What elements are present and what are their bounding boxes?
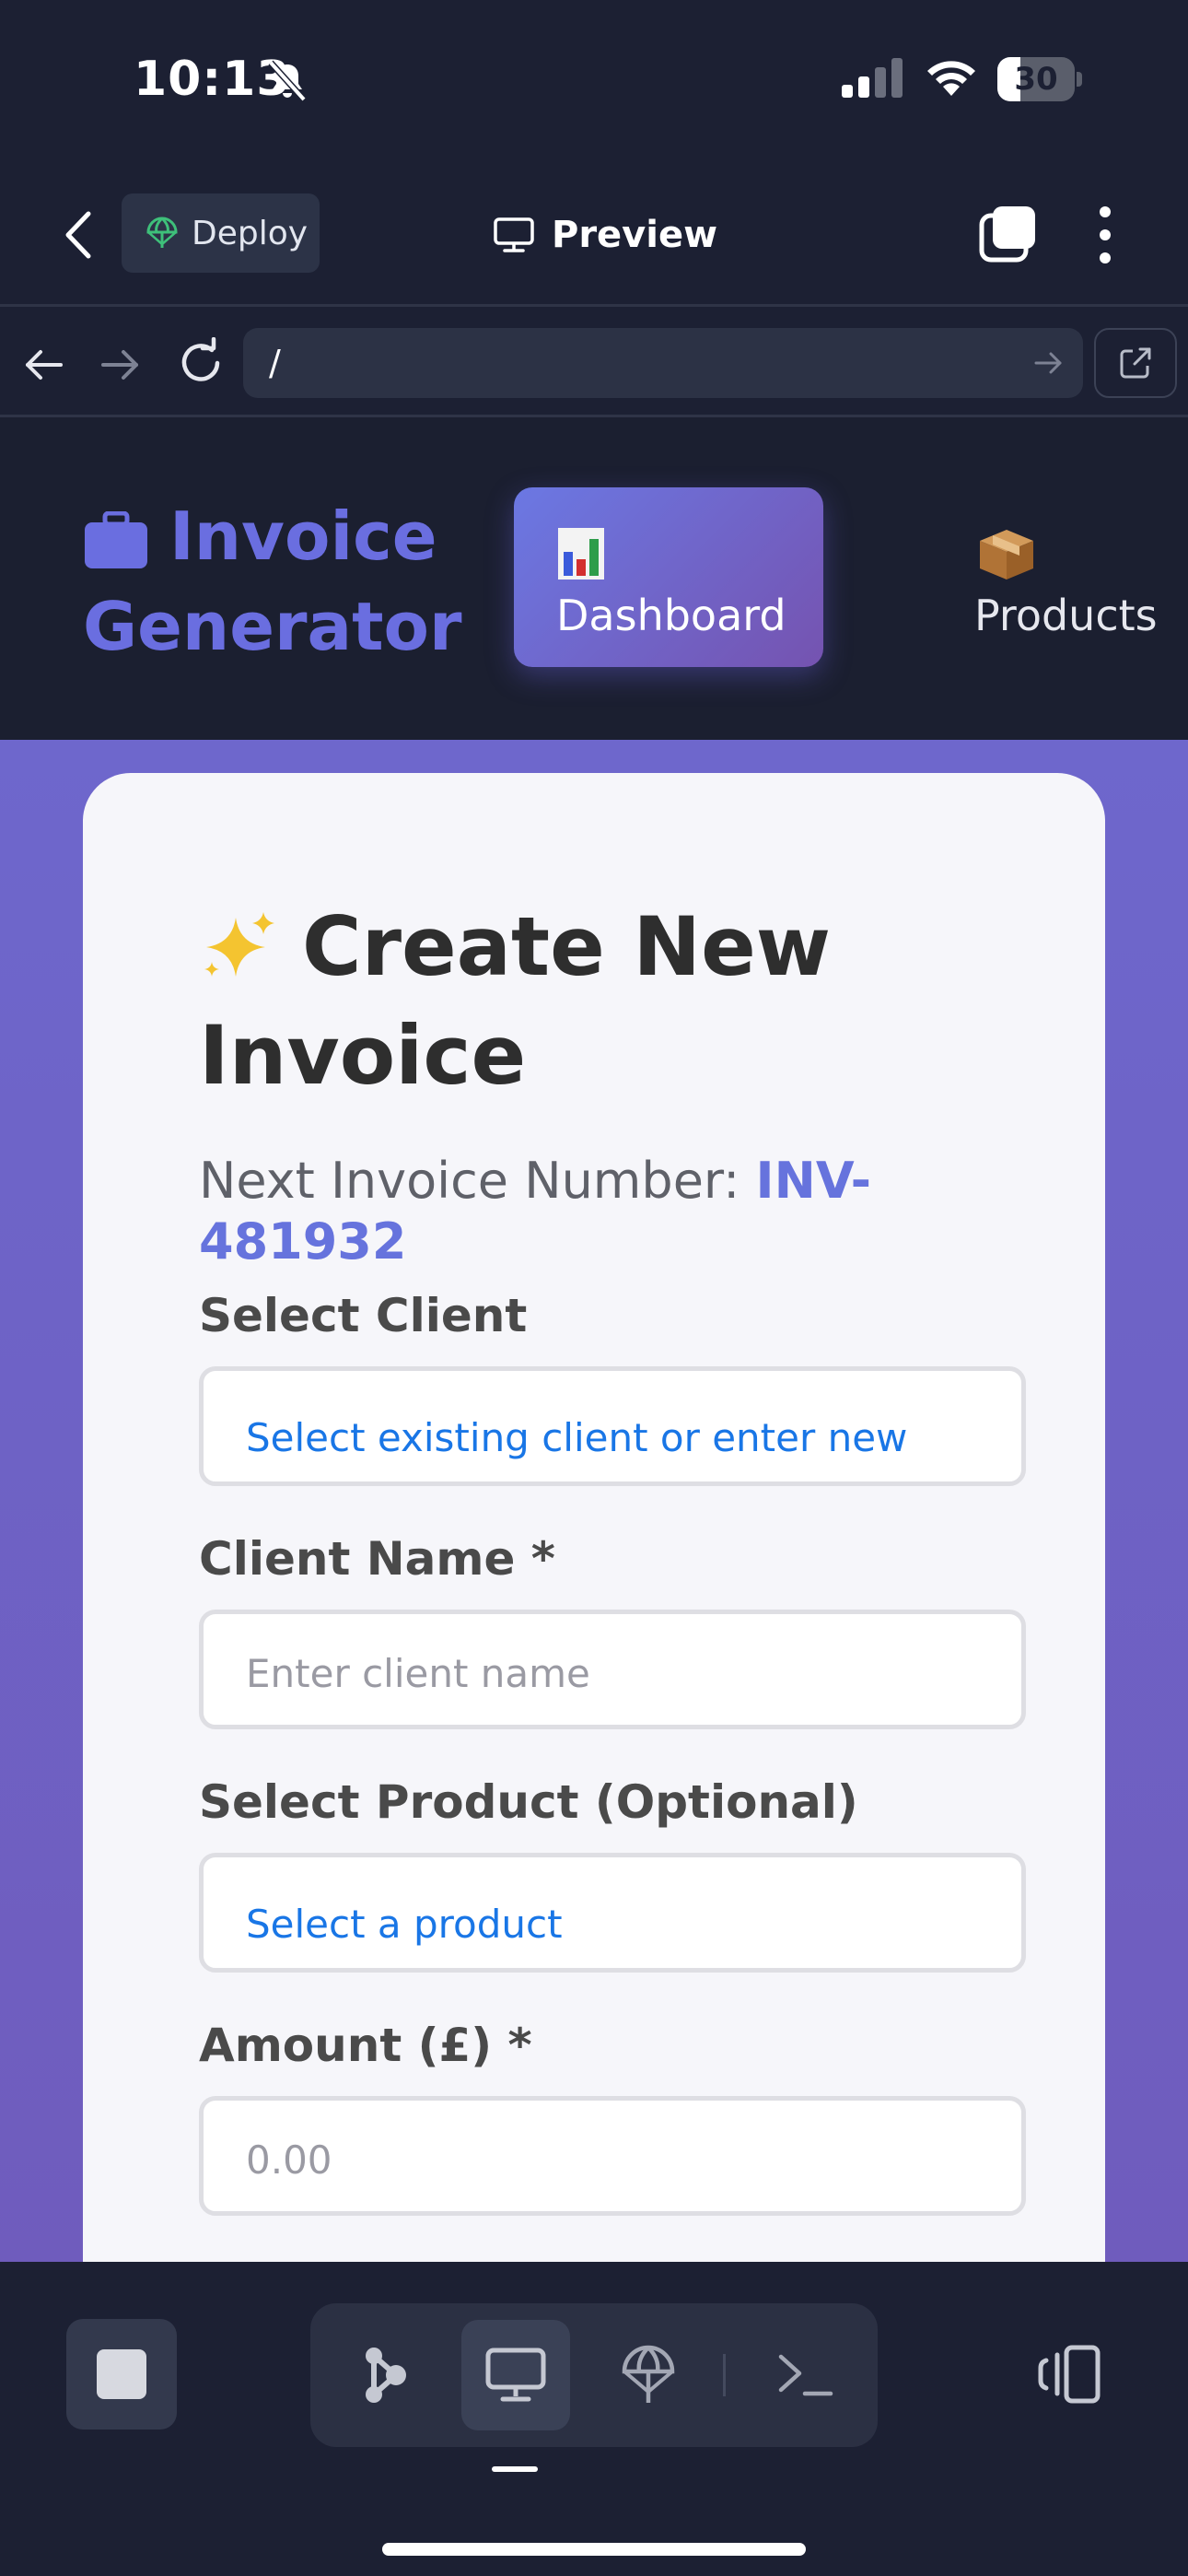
client-name-input[interactable]: Enter client name xyxy=(199,1610,1026,1729)
deploy-tool-button[interactable] xyxy=(594,2320,703,2430)
client-select-label: Select Client xyxy=(199,1289,528,1342)
go-arrow-icon[interactable] xyxy=(1031,346,1065,380)
stop-icon xyxy=(97,2349,146,2399)
more-dot-icon xyxy=(1100,252,1111,263)
url-field[interactable]: / xyxy=(243,328,1083,398)
bottom-toolbar xyxy=(0,2262,1188,2576)
next-invoice-number: Next Invoice Number: INV-481932 xyxy=(199,1151,991,1272)
active-tab-indicator xyxy=(492,2466,538,2472)
stop-button[interactable] xyxy=(66,2319,177,2430)
home-indicator[interactable] xyxy=(382,2543,806,2556)
deploy-label: Deploy xyxy=(192,214,309,252)
open-external-button[interactable] xyxy=(1094,328,1177,398)
product-select-label: Select Product (Optional) xyxy=(199,1775,858,1829)
site-brand[interactable]: Invoice Generator xyxy=(83,491,470,672)
client-name-label: Client Name * xyxy=(199,1532,555,1586)
back-button[interactable] xyxy=(51,203,106,267)
invoice-number-label: Next Invoice Number: xyxy=(199,1152,740,1210)
tabs-button[interactable] xyxy=(976,203,1041,267)
main-content: Create New Invoice Next Invoice Number: … xyxy=(0,740,1188,2262)
product-select-dropdown[interactable]: Select a product xyxy=(199,1853,1026,1973)
nav-products-label: Products xyxy=(974,591,1158,640)
agent-tool-button[interactable] xyxy=(329,2320,437,2430)
briefcase-icon xyxy=(85,511,147,569)
battery-indicator: 30 xyxy=(997,57,1082,101)
url-text: / xyxy=(269,343,281,383)
chevron-left-icon xyxy=(65,211,91,259)
battery-percent: 30 xyxy=(1014,61,1058,98)
arrow-left-icon[interactable] xyxy=(20,341,68,389)
preview-label: Preview xyxy=(552,214,718,256)
sparkles-icon xyxy=(204,912,274,978)
client-select-value: Select existing client or enter new xyxy=(246,1415,908,1460)
reload-icon[interactable] xyxy=(175,337,227,389)
invoice-form-card: Create New Invoice Next Invoice Number: … xyxy=(83,773,1105,2262)
app-bar: Deploy Preview xyxy=(0,175,1188,304)
more-dot-icon xyxy=(1100,229,1111,240)
console-tool-button[interactable] xyxy=(751,2320,859,2430)
bell-muted-icon xyxy=(268,60,307,102)
browser-bar: / xyxy=(0,313,1188,415)
amount-label: Amount (£) * xyxy=(199,2019,532,2072)
deploy-button[interactable]: Deploy xyxy=(122,193,320,273)
nav-products[interactable]: Products xyxy=(961,528,1182,666)
amount-placeholder: 0.00 xyxy=(246,2137,332,2183)
brand-line-1: Invoice xyxy=(169,498,437,575)
arrow-right-icon[interactable] xyxy=(96,341,144,389)
device-frame-icon xyxy=(1038,2345,1101,2404)
terminal-icon xyxy=(778,2354,833,2396)
amount-input[interactable]: 0.00 xyxy=(199,2096,1026,2216)
wifi-icon xyxy=(927,61,975,96)
external-link-icon xyxy=(1120,347,1151,379)
nav-dashboard-label: Dashboard xyxy=(556,591,786,640)
more-dot-icon xyxy=(1100,206,1111,217)
nav-dashboard[interactable]: Dashboard xyxy=(514,487,823,667)
form-title-text: Create New Invoice xyxy=(199,899,832,1103)
deploy-icon xyxy=(622,2345,675,2403)
more-options-button[interactable] xyxy=(1082,201,1128,269)
monitor-icon xyxy=(485,2348,546,2402)
site-header: Invoice Generator Dashboard Products xyxy=(0,417,1188,740)
client-name-placeholder: Enter client name xyxy=(246,1651,590,1696)
form-title: Create New Invoice xyxy=(199,893,1028,1110)
product-select-value: Select a product xyxy=(246,1902,563,1947)
toolbar-separator xyxy=(723,2354,726,2396)
preview-tab[interactable]: Preview xyxy=(493,203,717,267)
agent-nodes-icon xyxy=(366,2348,406,2403)
tabs-icon xyxy=(979,206,1035,263)
client-select-dropdown[interactable]: Select existing client or enter new xyxy=(199,1366,1026,1486)
brand-line-2: Generator xyxy=(83,588,462,665)
bar-chart-icon xyxy=(558,528,604,580)
package-icon xyxy=(980,530,1033,580)
divider xyxy=(0,304,1188,307)
device-preview-button[interactable] xyxy=(1022,2328,1114,2420)
status-bar: 10:13 30 xyxy=(0,0,1188,157)
tool-switcher xyxy=(310,2303,878,2447)
deploy-icon xyxy=(146,217,178,248)
preview-tool-button[interactable] xyxy=(461,2320,570,2430)
monitor-icon xyxy=(494,217,534,252)
cellular-signal-icon xyxy=(842,58,903,98)
